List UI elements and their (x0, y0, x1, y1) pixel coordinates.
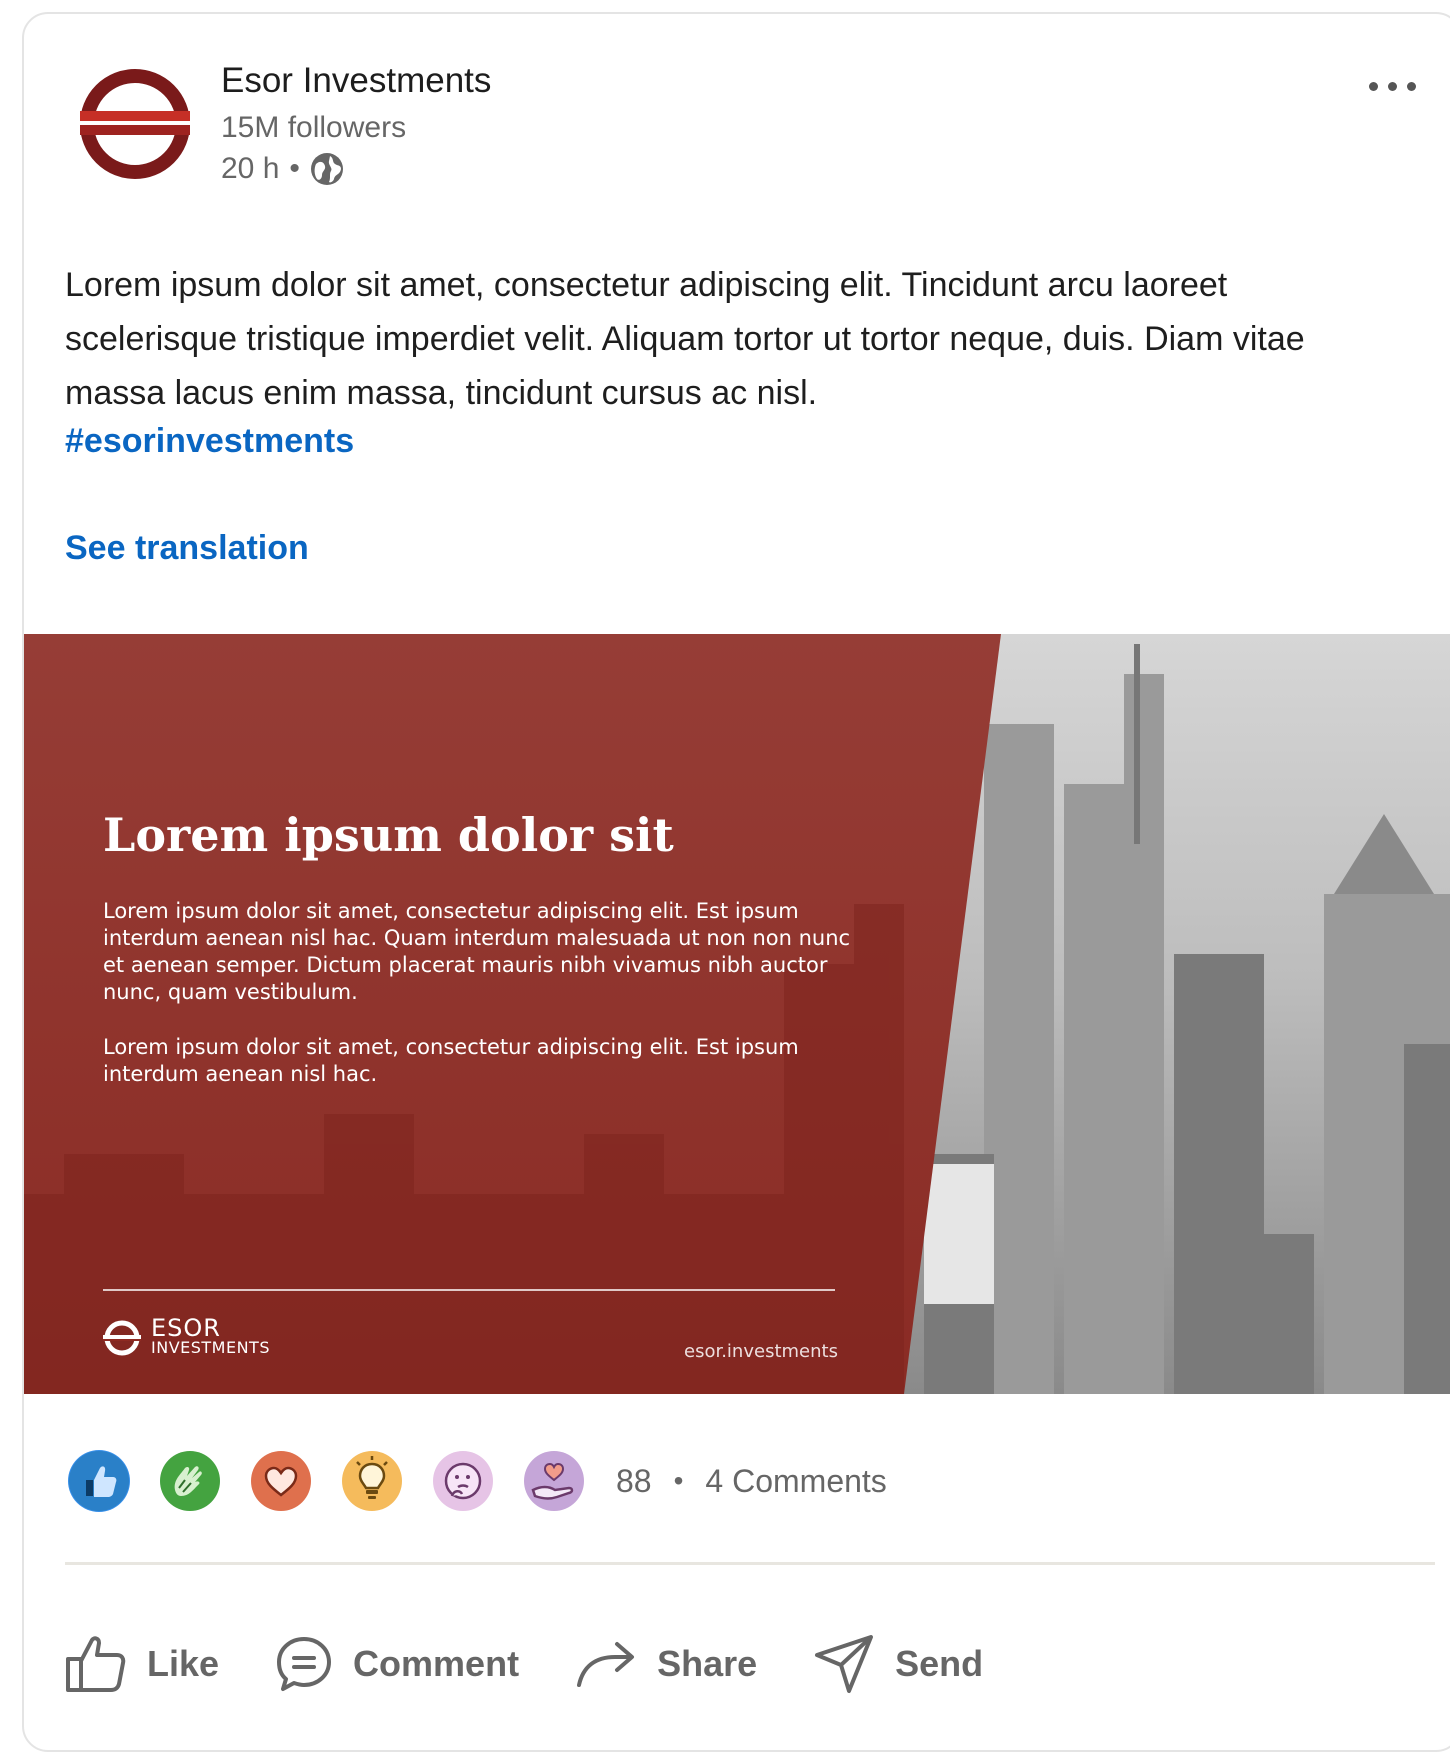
company-logo[interactable] (80, 69, 190, 179)
banner-brand-bottom: INVESTMENTS (151, 1338, 270, 1357)
post-image[interactable]: Lorem ipsum dolor sit Lorem ipsum dolor … (24, 634, 1450, 1394)
post-actions: Like Comment Share Send (65, 1624, 1450, 1704)
post-meta: 20 h • (221, 152, 344, 186)
follower-count: 15M followers (221, 111, 407, 144)
support-icon (523, 1450, 585, 1512)
reactions-bar[interactable]: 88 • 4 Comments (68, 1446, 887, 1516)
reaction-separator: • (673, 1465, 684, 1496)
more-options-icon[interactable] (1354, 66, 1430, 106)
comment-label: Comment (353, 1643, 520, 1684)
like-button[interactable]: Like (65, 1635, 219, 1693)
send-button[interactable]: Send (813, 1633, 983, 1695)
thumbs-up-icon (66, 1636, 126, 1692)
globe-icon (310, 152, 344, 186)
banner-divider (103, 1289, 835, 1291)
post-card: Esor Investments 15M followers 20 h • Lo… (22, 12, 1450, 1752)
post-header: Esor Investments 15M followers 20 h • (24, 14, 1450, 214)
comment-icon (277, 1637, 332, 1691)
share-button[interactable]: Share (575, 1639, 757, 1689)
send-icon (815, 1635, 874, 1693)
reaction-count[interactable]: 88 (616, 1463, 652, 1500)
author-name[interactable]: Esor Investments (221, 61, 491, 101)
share-label: Share (657, 1643, 758, 1684)
hashtag-link[interactable]: #esorinvestments (65, 422, 354, 461)
comment-button[interactable]: Comment (275, 1635, 519, 1693)
comments-count[interactable]: 4 Comments (705, 1463, 886, 1500)
share-icon (577, 1642, 635, 1687)
banner-url: esor.investments (684, 1341, 838, 1362)
see-translation-link[interactable]: See translation (65, 529, 309, 568)
post-image-artwork (24, 634, 1450, 1394)
banner-title: Lorem ipsum dolor sit (103, 808, 674, 862)
like-icon (68, 1450, 130, 1512)
actions-divider (65, 1562, 1435, 1565)
celebrate-icon (159, 1450, 221, 1512)
banner-paragraph-2: Lorem ipsum dolor sit amet, consectetur … (103, 1035, 799, 1086)
like-label: Like (147, 1643, 220, 1684)
post-body: Lorem ipsum dolor sit amet, consectetur … (65, 266, 1305, 412)
banner-paragraph-1: Lorem ipsum dolor sit amet, consectetur … (103, 899, 851, 1004)
send-label: Send (895, 1643, 984, 1684)
meta-separator: • (289, 152, 300, 185)
banner-brand: ESOR INVESTMENTS (103, 1314, 270, 1358)
insightful-icon (341, 1450, 403, 1512)
curious-icon (432, 1450, 494, 1512)
post-time: 20 h (221, 152, 280, 185)
banner-brand-top: ESOR (151, 1314, 221, 1342)
love-icon (250, 1450, 312, 1512)
banner-logo-icon (103, 1320, 141, 1356)
